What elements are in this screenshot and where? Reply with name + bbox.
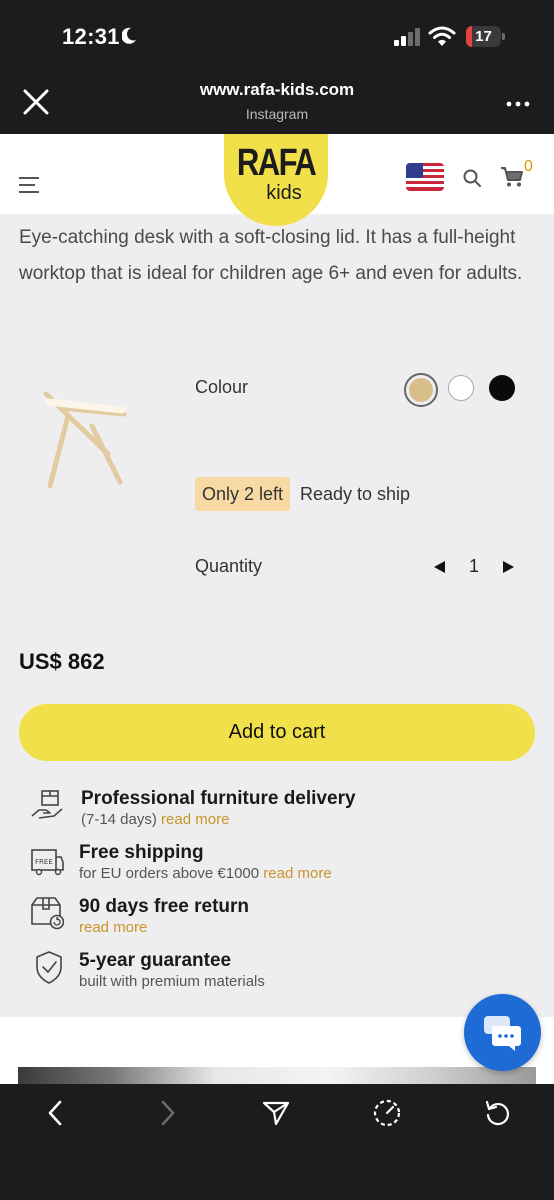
more-icon[interactable] — [506, 100, 530, 108]
svg-text:FREE: FREE — [35, 858, 53, 866]
feature-subtitle: built with premium materials — [79, 973, 265, 990]
quantity-value: 1 — [468, 556, 479, 576]
site-header: RAFA kids 0 — [0, 134, 554, 226]
chat-button[interactable] — [464, 994, 541, 1071]
browser-source: Instagram — [245, 106, 309, 122]
shield-icon — [36, 951, 62, 984]
battery-level: 17 — [475, 28, 492, 45]
feature-subtitle: (7-14 days) read more — [81, 811, 229, 828]
add-to-cart-button[interactable]: Add to cart — [19, 704, 535, 761]
ship-status: Ready to ship — [300, 484, 411, 504]
wifi-icon — [428, 26, 456, 46]
colour-swatch-black[interactable] — [489, 375, 515, 401]
search-icon[interactable] — [462, 168, 482, 188]
reload-icon[interactable] — [484, 1099, 512, 1127]
status-bar: 12:31 17 — [0, 0, 554, 66]
stock-badge: Only 2 left — [195, 477, 291, 511]
product-price: US$ 862 — [19, 649, 105, 674]
feature-subtitle-text: for EU orders above €1000 — [79, 865, 260, 882]
colour-swatch-white[interactable] — [448, 375, 474, 401]
menu-icon[interactable] — [18, 176, 40, 194]
product-description: Eye-catching desk with a soft-closing li… — [19, 227, 523, 284]
cart-count: 0 — [524, 158, 533, 175]
feature-subtitle-text: (7-14 days) — [81, 811, 157, 828]
read-more-link[interactable]: read more — [161, 811, 229, 828]
forward-icon[interactable] — [153, 1099, 181, 1127]
product-thumbnail[interactable] — [38, 380, 130, 492]
cart-icon[interactable] — [500, 166, 524, 188]
read-more-link[interactable]: read more — [263, 865, 331, 882]
colour-swatch-natural[interactable] — [404, 373, 438, 407]
feature-title: 90 days free return — [79, 896, 250, 917]
us-flag-icon[interactable] — [406, 163, 444, 191]
free-shipping-icon: FREE — [31, 849, 64, 876]
delivery-icon — [31, 790, 63, 819]
return-icon — [31, 897, 64, 930]
in-app-browser-bar: www.rafa-kids.com Instagram — [0, 66, 554, 134]
hero-image — [18, 1067, 536, 1084]
read-more-link[interactable]: read more — [79, 919, 147, 936]
quantity-decrease-icon[interactable] — [432, 560, 446, 574]
logo-text: RAFA — [236, 142, 317, 184]
feature-title: 5-year guarantee — [79, 950, 232, 971]
feature-title: Free shipping — [79, 842, 204, 863]
quantity-increase-icon[interactable] — [502, 560, 516, 574]
status-time: 12:31 — [62, 24, 120, 49]
page-url[interactable]: www.rafa-kids.com — [0, 80, 554, 100]
colour-swatch-natural-fill — [409, 378, 433, 402]
feature-subtitle: for EU orders above €1000 read more — [79, 865, 332, 882]
feature-subtitle: read more — [79, 919, 147, 936]
chat-icon — [484, 1016, 521, 1051]
quantity-label: Quantity — [195, 556, 263, 576]
logo-subtext: kids — [266, 182, 302, 204]
colour-label: Colour — [195, 377, 249, 397]
signal-icon — [394, 28, 420, 46]
browser-nav-bar — [0, 1084, 554, 1200]
feature-title: Professional furniture delivery — [81, 788, 356, 809]
battery-icon: 17 — [466, 26, 506, 48]
back-icon[interactable] — [42, 1099, 70, 1127]
share-icon[interactable] — [262, 1099, 290, 1127]
moon-icon — [122, 27, 136, 44]
rafa-kids-logo[interactable]: RAFA kids — [224, 134, 328, 226]
speed-icon[interactable] — [373, 1099, 401, 1127]
